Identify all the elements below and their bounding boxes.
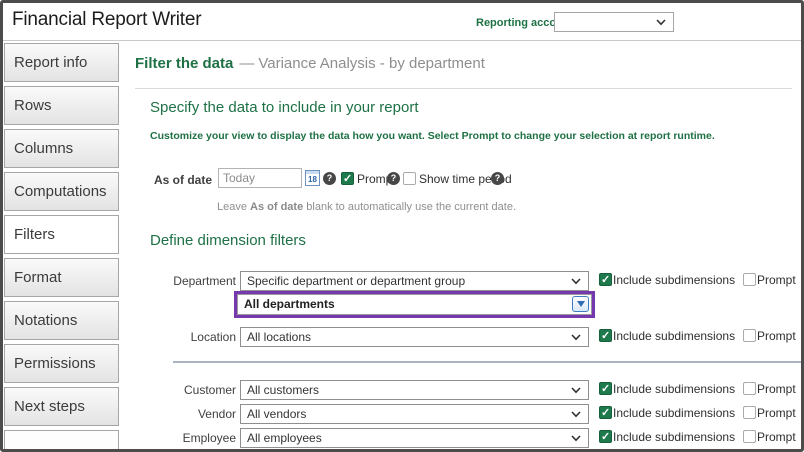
- include-subdimensions-checkbox[interactable]: [599, 382, 612, 395]
- prompt-location[interactable]: Prompt: [743, 329, 796, 343]
- sidebar-item-computations[interactable]: Computations: [4, 172, 119, 211]
- help-icon-as-of-date[interactable]: ?: [323, 172, 336, 185]
- note-text-bold: As of date: [250, 201, 303, 213]
- hint-text-post: to change your selection at report runti…: [498, 130, 714, 142]
- sidebar-item-next-steps[interactable]: Next steps: [4, 387, 119, 426]
- include-subdimensions-label: Include subdimensions: [613, 406, 735, 420]
- title-divider: [135, 88, 792, 89]
- page-title-main: Filter the data: [135, 55, 233, 72]
- group-divider: [173, 361, 804, 363]
- prompt-date-checkbox[interactable]: [341, 172, 354, 185]
- hint-text-pre: Customize your view to display the data …: [150, 130, 462, 142]
- prompt-checkbox[interactable]: [743, 273, 756, 286]
- chevron-down-icon: [571, 334, 581, 341]
- vendor-filter-select[interactable]: All vendors: [240, 404, 589, 424]
- calendar-day: 18: [306, 176, 319, 184]
- filter-label-location: Location: [128, 330, 236, 344]
- chevron-down-icon: [571, 387, 581, 394]
- chevron-down-icon: [656, 19, 666, 26]
- department-subfilter-combo[interactable]: All departments: [237, 294, 592, 315]
- chevron-down-icon: [571, 411, 581, 418]
- prompt-department[interactable]: Prompt: [743, 273, 796, 287]
- include-subdimensions-department[interactable]: Include subdimensions: [599, 273, 735, 287]
- vendor-filter-value: All vendors: [241, 405, 588, 423]
- chevron-down-icon: [571, 435, 581, 442]
- include-subdimensions-vendor[interactable]: Include subdimensions: [599, 406, 735, 420]
- help-icon-prompt[interactable]: ?: [387, 172, 400, 185]
- include-subdimensions-label: Include subdimensions: [613, 329, 735, 343]
- prompt-label: Prompt: [757, 406, 796, 420]
- employee-filter-value: All employees: [241, 429, 588, 447]
- include-subdimensions-checkbox[interactable]: [599, 430, 612, 443]
- hint-text-bold: Prompt: [462, 130, 499, 142]
- department-filter-value: Specific department or department group: [241, 272, 588, 290]
- page-title-report-name: Variance Analysis - by department: [258, 55, 485, 72]
- calendar-icon[interactable]: 18: [305, 170, 320, 186]
- customer-filter-value: All customers: [241, 381, 588, 399]
- prompt-checkbox[interactable]: [743, 382, 756, 395]
- reporting-accounts-select[interactable]: [554, 12, 674, 32]
- location-filter-value: All locations: [241, 328, 588, 346]
- filters-section-heading: Define dimension filters: [150, 232, 306, 249]
- prompt-label: Prompt: [757, 273, 796, 287]
- specify-hint: Customize your view to display the data …: [150, 130, 715, 142]
- customer-filter-select[interactable]: All customers: [240, 380, 589, 400]
- chevron-down-icon: [571, 278, 581, 285]
- sidebar-item-rows[interactable]: Rows: [4, 86, 119, 125]
- page-title-separator: —: [239, 55, 254, 72]
- include-subdimensions-label: Include subdimensions: [613, 382, 735, 396]
- as-of-date-input[interactable]: [218, 168, 302, 188]
- include-subdimensions-employee[interactable]: Include subdimensions: [599, 430, 735, 444]
- show-time-period-checkbox[interactable]: [403, 172, 416, 185]
- include-subdimensions-checkbox[interactable]: [599, 329, 612, 342]
- prompt-label: Prompt: [757, 430, 796, 444]
- location-filter-select[interactable]: All locations: [240, 327, 589, 347]
- department-filter-select[interactable]: Specific department or department group: [240, 271, 589, 291]
- include-subdimensions-customer[interactable]: Include subdimensions: [599, 382, 735, 396]
- sidebar-item-permissions[interactable]: Permissions: [4, 344, 119, 383]
- sidebar-nav: Report info Rows Columns Computations Fi…: [3, 42, 121, 449]
- sidebar-item-report-info[interactable]: Report info: [4, 43, 119, 82]
- page-title: Filter the data —Variance Analysis - by d…: [135, 55, 485, 72]
- include-subdimensions-label: Include subdimensions: [613, 430, 735, 444]
- prompt-checkbox[interactable]: [743, 430, 756, 443]
- prompt-vendor[interactable]: Prompt: [743, 406, 796, 420]
- prompt-employee[interactable]: Prompt: [743, 430, 796, 444]
- sidebar-item-filters[interactable]: Filters: [4, 215, 119, 254]
- as-of-date-note: Leave As of date blank to automatically …: [217, 201, 516, 213]
- filter-label-employee: Employee: [128, 431, 236, 445]
- note-text-pre: Leave: [217, 201, 250, 213]
- filter-label-department: Department: [128, 274, 236, 288]
- note-text-post: blank to automatically use the current d…: [303, 201, 516, 213]
- help-icon-show-time-period[interactable]: ?: [491, 172, 504, 185]
- department-subfilter-highlight: All departments: [234, 291, 595, 318]
- prompt-label: Prompt: [757, 382, 796, 396]
- filter-label-customer: Customer: [128, 383, 236, 397]
- sidebar-item-columns[interactable]: Columns: [4, 129, 119, 168]
- subfilter-dropdown-button[interactable]: [572, 296, 589, 312]
- app-title: Financial Report Writer: [12, 9, 201, 31]
- sidebar-filler: [4, 430, 119, 449]
- as-of-date-label: As of date: [128, 173, 212, 187]
- app-window: Financial Report Writer Reporting accoun…: [0, 0, 804, 452]
- prompt-label: Prompt: [757, 329, 796, 343]
- sidebar-item-notations[interactable]: Notations: [4, 301, 119, 340]
- prompt-checkbox[interactable]: [743, 406, 756, 419]
- filter-label-vendor: Vendor: [128, 407, 236, 421]
- include-subdimensions-label: Include subdimensions: [613, 273, 735, 287]
- prompt-checkbox[interactable]: [743, 329, 756, 342]
- department-subfilter-value: All departments: [238, 295, 591, 314]
- include-subdimensions-checkbox[interactable]: [599, 406, 612, 419]
- sidebar-item-format[interactable]: Format: [4, 258, 119, 297]
- header-bar: Financial Report Writer Reporting accoun…: [3, 3, 801, 41]
- prompt-customer[interactable]: Prompt: [743, 382, 796, 396]
- include-subdimensions-checkbox[interactable]: [599, 273, 612, 286]
- employee-filter-select[interactable]: All employees: [240, 428, 589, 448]
- include-subdimensions-location[interactable]: Include subdimensions: [599, 329, 735, 343]
- triangle-down-icon: [577, 301, 585, 307]
- specify-section-heading: Specify the data to include in your repo…: [150, 99, 419, 116]
